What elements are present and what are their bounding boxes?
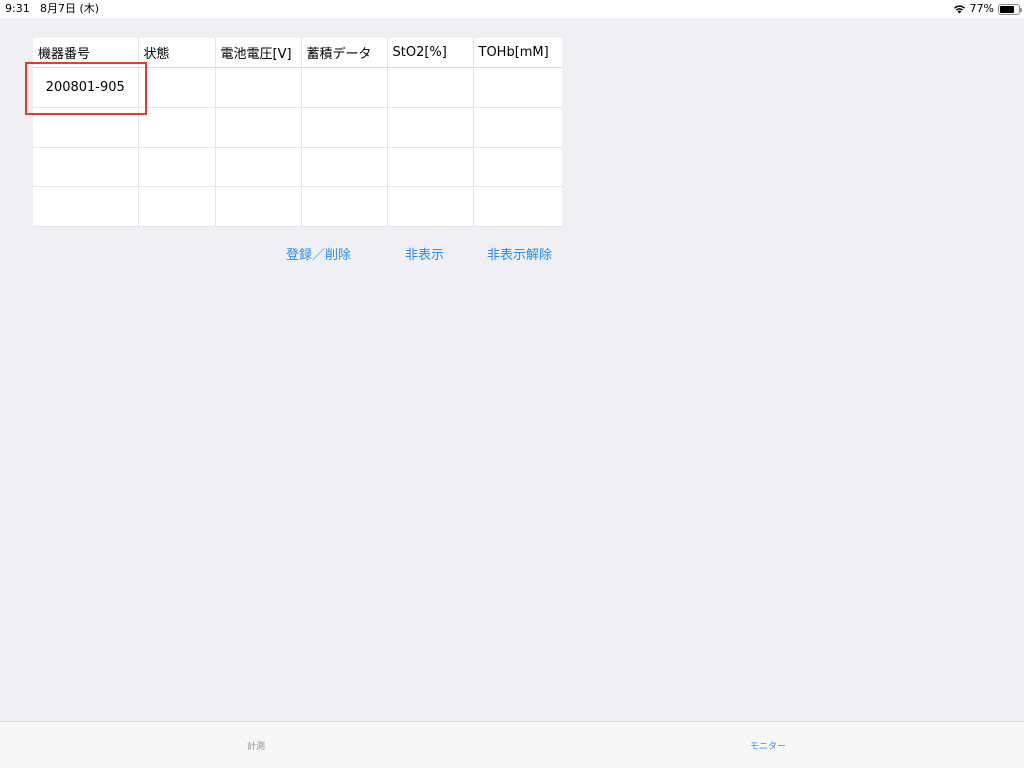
unhide-button[interactable]: 非表示解除 bbox=[487, 244, 552, 263]
cell-battery-voltage bbox=[215, 147, 302, 188]
tab-monitor-label: モニター bbox=[749, 741, 786, 752]
table-row[interactable] bbox=[33, 147, 562, 188]
table-row[interactable]: 200801-905 bbox=[33, 67, 562, 108]
cell-stored-data bbox=[301, 67, 388, 108]
battery-cap bbox=[1020, 7, 1022, 12]
cell-stored-data bbox=[301, 186, 388, 227]
header-stored-data: 蓄積データ bbox=[301, 38, 388, 68]
battery-percent: 77% bbox=[969, 2, 994, 15]
status-bar: 9:31 8月7日 (木) 77% bbox=[0, 0, 1024, 18]
tab-monitor[interactable]: モニター bbox=[512, 722, 1024, 768]
cell-device-number[interactable] bbox=[33, 186, 139, 227]
battery-icon bbox=[998, 3, 1022, 15]
wifi-icon bbox=[953, 5, 965, 14]
table-row[interactable] bbox=[33, 186, 562, 227]
cell-stored-data bbox=[301, 147, 388, 188]
status-date: 8月7日 (木) bbox=[40, 2, 100, 15]
table-row[interactable] bbox=[33, 107, 562, 148]
cell-device-number[interactable] bbox=[33, 107, 139, 148]
header-device-number: 機器番号 bbox=[33, 38, 139, 68]
status-time: 9:31 bbox=[5, 2, 30, 15]
cell-tohb bbox=[473, 147, 562, 188]
cell-stored-data bbox=[301, 107, 388, 148]
cell-sto2 bbox=[387, 147, 474, 188]
cell-tohb bbox=[473, 107, 562, 148]
cell-status bbox=[138, 186, 216, 227]
cell-sto2 bbox=[387, 186, 474, 227]
register-delete-button[interactable]: 登録／削除 bbox=[286, 244, 351, 263]
header-sto2: StO2[%] bbox=[387, 38, 474, 68]
status-indicators: 77% bbox=[953, 0, 1022, 18]
cell-tohb bbox=[473, 67, 562, 108]
cell-device-number[interactable]: 200801-905 bbox=[33, 67, 139, 108]
hide-button[interactable]: 非表示 bbox=[405, 244, 444, 263]
cell-tohb bbox=[473, 186, 562, 227]
battery-level bbox=[1000, 5, 1014, 13]
cell-sto2 bbox=[387, 107, 474, 148]
header-status: 状態 bbox=[138, 38, 216, 68]
cell-sto2 bbox=[387, 67, 474, 108]
cell-battery-voltage bbox=[215, 67, 302, 108]
tab-measurement-label: 計測 bbox=[246, 741, 265, 752]
tab-bar: 計測 モニター bbox=[0, 721, 1024, 768]
table-header-row: 機器番号 状態 電池電圧[V] 蓄積データ StO2[%] TOHb[mM] bbox=[33, 38, 562, 68]
cell-battery-voltage bbox=[215, 186, 302, 227]
header-battery-voltage: 電池電圧[V] bbox=[215, 38, 302, 68]
cell-status bbox=[138, 67, 216, 108]
cell-status bbox=[138, 147, 216, 188]
cell-battery-voltage bbox=[215, 107, 302, 148]
cell-device-number[interactable] bbox=[33, 147, 139, 188]
tab-measurement[interactable]: 計測 bbox=[0, 722, 512, 768]
device-table: 機器番号 状態 電池電圧[V] 蓄積データ StO2[%] TOHb[mM] 2… bbox=[33, 38, 562, 227]
cell-status bbox=[138, 107, 216, 148]
header-tohb: TOHb[mM] bbox=[473, 38, 562, 68]
